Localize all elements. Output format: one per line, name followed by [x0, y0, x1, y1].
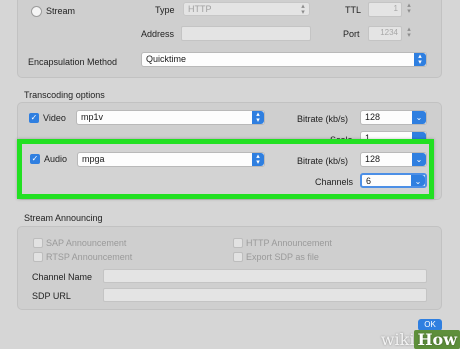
address-label: Address [141, 29, 175, 39]
video-bitrate-combo[interactable]: 128 ⌄ [360, 110, 427, 125]
video-bitrate-label: Bitrate (kb/s) [297, 114, 349, 124]
audio-codec-value: mpga [82, 154, 105, 164]
announcing-section-title: Stream Announcing [24, 213, 103, 223]
address-field[interactable] [181, 26, 311, 41]
audio-bitrate-combo[interactable]: 128 ⌄ [360, 152, 427, 167]
ttl-field[interactable]: 1 [368, 2, 402, 17]
audio-codec-select[interactable]: mpga ▴ ▾ [77, 152, 265, 167]
stream-label: Stream [46, 6, 76, 16]
sap-label: SAP Announcement [46, 238, 127, 248]
type-select-value: HTTP [188, 4, 212, 14]
watermark-part1: wiki [380, 330, 415, 349]
export-sdp-label: Export SDP as file [246, 252, 319, 262]
channels-label: Channels [315, 177, 354, 187]
port-stepper-icon[interactable]: ▴ ▾ [403, 26, 415, 41]
export-sdp-checkbox[interactable] [233, 252, 243, 262]
type-select[interactable]: HTTP ▴ ▾ [183, 2, 310, 16]
channel-name-label: Channel Name [32, 272, 93, 282]
video-bitrate-value: 128 [365, 112, 381, 122]
transcoding-section-title: Transcoding options [24, 90, 105, 100]
audio-label: Audio [44, 154, 68, 164]
encapsulation-label: Encapsulation Method [28, 57, 118, 67]
channels-combo[interactable]: 6 ⌄ [360, 173, 427, 188]
ttl-label: TTL [345, 5, 362, 15]
encapsulation-select[interactable]: Quicktime ▴ ▾ [141, 52, 427, 67]
audio-highlight-frame [17, 139, 434, 199]
type-label: Type [155, 5, 175, 15]
sdp-url-field[interactable] [103, 288, 427, 302]
port-value: 1234 [380, 28, 398, 37]
ttl-stepper-icon[interactable]: ▴ ▾ [403, 2, 415, 17]
audio-bitrate-label: Bitrate (kb/s) [297, 156, 349, 166]
video-codec-value: mp1v [81, 112, 104, 122]
up-down-arrows-icon: ▴ ▾ [252, 153, 264, 166]
chevron-down-icon: ⌄ [412, 111, 426, 124]
rtsp-label: RTSP Announcement [46, 252, 133, 262]
http-announce-label: HTTP Announcement [246, 238, 332, 248]
chevron-down-icon: ⌄ [412, 153, 426, 166]
rtsp-checkbox[interactable] [33, 252, 43, 262]
up-down-arrows-icon: ▴ ▾ [301, 3, 305, 16]
port-field[interactable]: 1234 [368, 26, 402, 41]
sdp-url-label: SDP URL [32, 291, 71, 301]
watermark-part2: How [414, 330, 460, 349]
up-down-arrows-icon: ▴ ▾ [414, 53, 426, 66]
http-announce-checkbox[interactable] [233, 238, 243, 248]
channels-value: 6 [366, 176, 372, 186]
video-label: Video [43, 113, 66, 123]
sap-checkbox[interactable] [33, 238, 43, 248]
channel-name-field[interactable] [103, 269, 427, 283]
stream-radio[interactable] [31, 6, 42, 17]
audio-bitrate-value: 128 [365, 154, 381, 164]
up-down-arrows-icon: ▴ ▾ [252, 111, 264, 124]
video-checkbox[interactable]: ✓ [29, 113, 39, 123]
video-codec-select[interactable]: mp1v ▴ ▾ [76, 110, 265, 125]
wikihow-watermark: wiki How [381, 330, 460, 349]
port-label: Port [343, 29, 360, 39]
chevron-down-icon: ⌄ [411, 175, 425, 186]
audio-checkbox[interactable]: ✓ [30, 154, 40, 164]
encapsulation-value: Quicktime [146, 54, 187, 64]
ttl-value: 1 [393, 4, 398, 13]
